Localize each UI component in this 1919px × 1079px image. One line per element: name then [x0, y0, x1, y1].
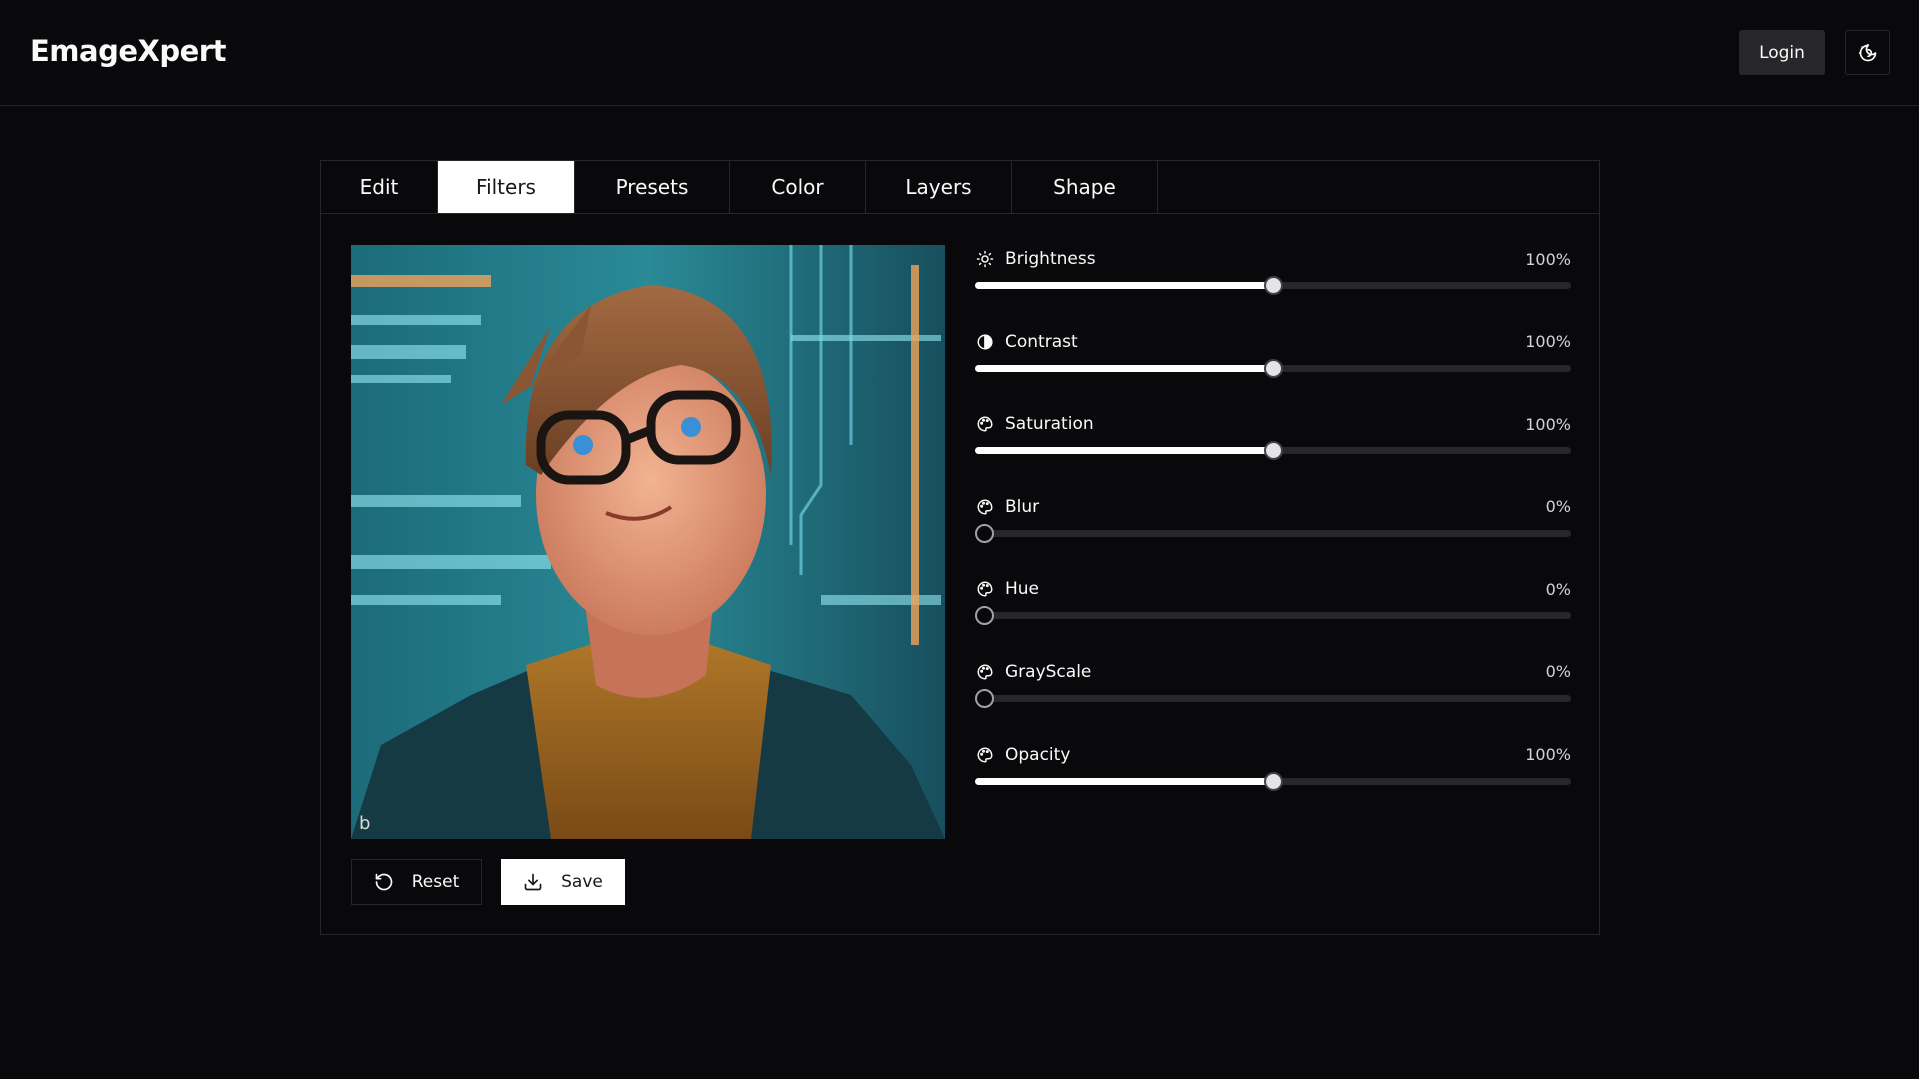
palette-icon: [975, 579, 995, 599]
hue-slider[interactable]: [975, 606, 1571, 626]
watermark-text: b: [359, 813, 370, 834]
palette-icon: [975, 414, 995, 434]
brightness-slider[interactable]: [975, 276, 1571, 295]
slider-thumb[interactable]: [975, 606, 994, 626]
filter-value: 100%: [1525, 414, 1571, 434]
filter-value: 0%: [1545, 579, 1571, 599]
app-header: EmageXpert Login: [0, 0, 1919, 106]
contrast-icon: [975, 332, 995, 352]
filter-opacity: Opacity 100%: [975, 741, 1571, 824]
filter-label: Hue: [1005, 579, 1040, 600]
saturation-slider[interactable]: [975, 441, 1571, 461]
filter-brightness: Brightness 100%: [975, 245, 1571, 328]
reset-button[interactable]: Reset: [351, 859, 482, 905]
rotate-ccw-icon: [375, 873, 393, 891]
filter-blur: Blur 0%: [975, 493, 1571, 576]
tab-presets[interactable]: Presets: [575, 161, 730, 213]
portrait-image: b: [351, 245, 945, 839]
tab-layers[interactable]: Layers: [866, 161, 1012, 213]
filter-value: 100%: [1525, 249, 1571, 269]
filter-value: 100%: [1525, 745, 1571, 765]
filter-grayscale: GrayScale 0%: [975, 658, 1571, 741]
tab-filters[interactable]: Filters: [438, 161, 575, 213]
login-button[interactable]: Login: [1739, 30, 1825, 75]
blur-slider[interactable]: [975, 523, 1571, 543]
tab-color[interactable]: Color: [730, 161, 866, 213]
filter-value: 0%: [1545, 662, 1571, 682]
palette-icon: [975, 662, 995, 682]
filter-value: 0%: [1545, 497, 1571, 517]
slider-thumb[interactable]: [975, 523, 994, 543]
editor-tabs: Edit Filters Presets Color Layers Shape: [321, 161, 1599, 214]
slider-thumb[interactable]: [1264, 441, 1283, 461]
palette-icon: [975, 497, 995, 517]
editor-card: Edit Filters Presets Color Layers Shape: [320, 160, 1600, 935]
save-button[interactable]: Save: [501, 859, 625, 905]
moon-sun-icon: [1858, 43, 1876, 61]
filter-label: Opacity: [1005, 744, 1071, 765]
filter-label: GrayScale: [1005, 661, 1092, 682]
tab-edit[interactable]: Edit: [321, 161, 438, 213]
filter-controls: Brightness 100% Contrast 100% Saturation: [975, 245, 1571, 823]
palette-icon: [975, 745, 995, 765]
reset-label: Reset: [411, 872, 460, 892]
slider-thumb[interactable]: [1264, 358, 1283, 378]
slider-thumb[interactable]: [1264, 276, 1283, 295]
opacity-slider[interactable]: [975, 771, 1571, 791]
filter-saturation: Saturation 100%: [975, 410, 1571, 493]
grayscale-slider[interactable]: [975, 688, 1571, 708]
filter-contrast: Contrast 100%: [975, 328, 1571, 411]
contrast-slider[interactable]: [975, 358, 1571, 378]
filter-label: Contrast: [1005, 331, 1078, 352]
tab-shape[interactable]: Shape: [1012, 161, 1158, 213]
filter-label: Saturation: [1005, 414, 1094, 435]
image-preview: b: [351, 245, 945, 839]
slider-thumb[interactable]: [1264, 771, 1283, 791]
slider-thumb[interactable]: [975, 688, 994, 708]
filter-label: Brightness: [1005, 249, 1096, 269]
filter-label: Blur: [1005, 496, 1040, 517]
save-label: Save: [561, 872, 603, 892]
app-logo[interactable]: EmageXpert: [30, 34, 226, 68]
download-icon: [524, 873, 542, 891]
theme-toggle-button[interactable]: [1845, 30, 1890, 75]
filter-hue: Hue 0%: [975, 575, 1571, 658]
filter-value: 100%: [1525, 332, 1571, 352]
sun-icon: [975, 249, 995, 269]
